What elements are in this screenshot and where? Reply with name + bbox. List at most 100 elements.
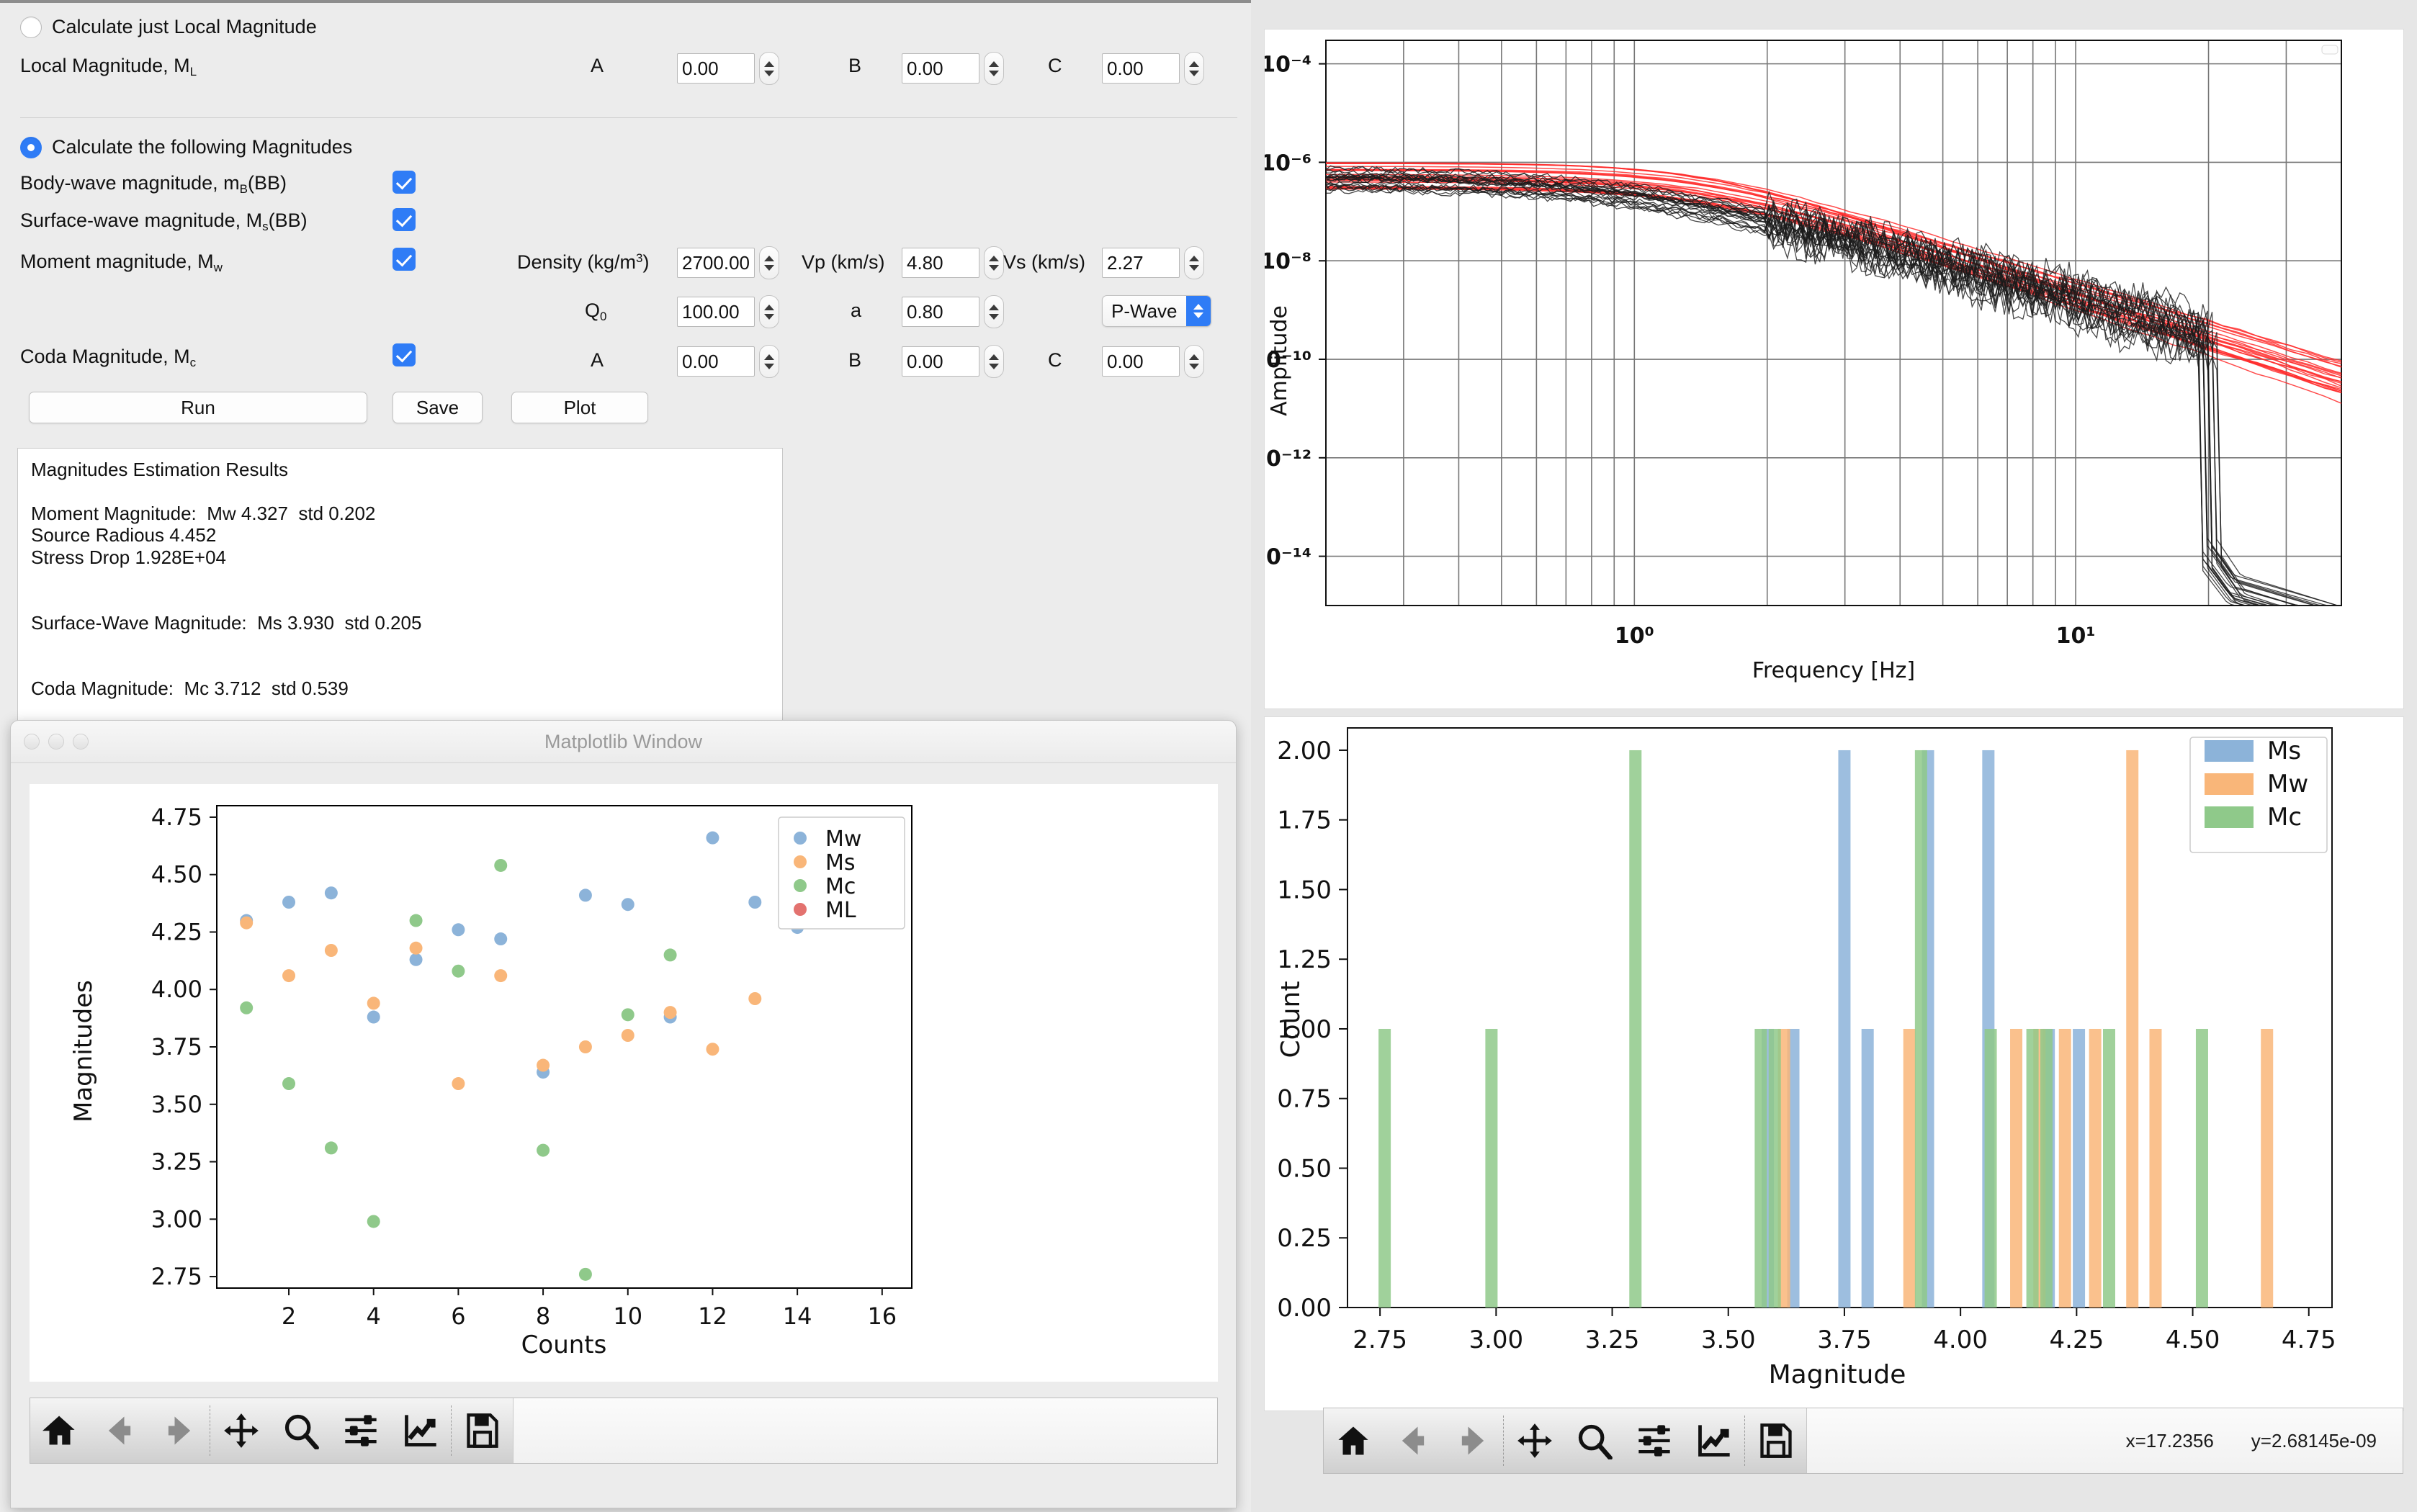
svg-text:10⁻¹²: 10⁻¹² xyxy=(1265,446,1311,472)
q0-label: Q0 xyxy=(585,300,606,323)
plot-button[interactable]: Plot xyxy=(511,392,648,423)
run-button[interactable]: Run xyxy=(29,392,367,423)
wave-type-select[interactable]: P-Wave xyxy=(1102,295,1211,327)
coda-A-stepper[interactable] xyxy=(759,345,779,378)
svg-text:2.75: 2.75 xyxy=(151,1263,202,1290)
radio-local-indicator[interactable] xyxy=(20,16,42,38)
density-spinbox[interactable] xyxy=(677,246,779,279)
histogram-figure[interactable]: 0.00 0.25 0.50 0.75 1.00 1.25 1.50 1.75 2.00 2.7… xyxy=(1264,716,2404,1411)
local-B-spinbox[interactable] xyxy=(902,52,1004,85)
svg-text:3.00: 3.00 xyxy=(151,1205,202,1233)
save-button[interactable]: Save xyxy=(393,392,483,423)
home-icon[interactable] xyxy=(1324,1408,1384,1473)
zoom-magnifier-icon[interactable] xyxy=(1565,1408,1625,1473)
a-spinbox[interactable] xyxy=(902,295,1004,328)
svg-text:0.00: 0.00 xyxy=(1277,1294,1332,1323)
pan-move-icon[interactable] xyxy=(1505,1408,1565,1473)
coda-C-stepper[interactable] xyxy=(1184,345,1204,378)
q0-input[interactable] xyxy=(677,297,755,327)
axis-curve-edit-icon[interactable] xyxy=(1685,1408,1744,1473)
wave-type-value: P-Wave xyxy=(1111,300,1178,322)
checkbox-label-body-wave: Body-wave magnitude, mB(BB) xyxy=(20,172,287,196)
zoom-magnifier-icon[interactable] xyxy=(272,1398,331,1463)
vp-spinbox[interactable] xyxy=(902,246,1004,279)
coda-C-input[interactable] xyxy=(1102,346,1180,377)
vs-input[interactable] xyxy=(1102,248,1180,278)
magnitudes-scatter-chart[interactable]: 2.75 3.00 3.25 3.50 3.75 4.00 4.25 4.50 4.75 2 4 6… xyxy=(30,784,1218,1382)
checkbox-body-wave[interactable] xyxy=(393,171,416,194)
density-text: Density (kg/m xyxy=(517,251,637,273)
coda-A-spinbox[interactable] xyxy=(677,345,779,378)
svg-text:4.50: 4.50 xyxy=(151,861,202,888)
q0-stepper[interactable] xyxy=(759,295,779,328)
checkbox-surface-wave[interactable] xyxy=(393,208,416,231)
density-input[interactable] xyxy=(677,248,755,278)
moment-sub: w xyxy=(213,261,223,274)
matplotlib-navigation-toolbar[interactable] xyxy=(30,1398,1218,1464)
density-close: ) xyxy=(642,251,650,273)
local-C-stepper[interactable] xyxy=(1184,52,1204,85)
scatter-figure-canvas[interactable]: 2.75 3.00 3.25 3.50 3.75 4.00 4.25 4.50 4.75 2 4 6… xyxy=(30,784,1218,1382)
coda-B-spinbox[interactable] xyxy=(902,345,1004,378)
save-disk-icon[interactable] xyxy=(453,1398,513,1463)
a-input[interactable] xyxy=(902,297,979,327)
subplot-config-icon[interactable] xyxy=(331,1398,391,1463)
coda-C-spinbox[interactable] xyxy=(1102,345,1204,378)
radio-calculate-local[interactable]: Calculate just Local Magnitude xyxy=(20,16,317,38)
local-C-input[interactable] xyxy=(1102,53,1180,84)
magnitude-histogram-chart[interactable]: 0.000.250.500.751.001.251.501.752.00 2.7… xyxy=(1265,717,2403,1410)
vs-spinbox[interactable] xyxy=(1102,246,1204,279)
svg-text:Mc: Mc xyxy=(2267,803,2302,832)
checkbox-moment[interactable] xyxy=(393,248,416,271)
home-icon[interactable] xyxy=(30,1398,90,1463)
svg-text:10⁻⁸: 10⁻⁸ xyxy=(1265,249,1311,274)
scatter-xlabel: Counts xyxy=(521,1331,607,1359)
local-A-stepper[interactable] xyxy=(759,52,779,85)
subplot-config-icon[interactable] xyxy=(1625,1408,1685,1473)
histogram-xlabel: Magnitude xyxy=(1769,1360,1906,1390)
local-A-input[interactable] xyxy=(677,53,755,84)
pan-move-icon[interactable] xyxy=(212,1398,272,1463)
scatter-y-ticks: 2.75 3.00 3.25 3.50 3.75 4.00 4.25 4.50 4.75 xyxy=(151,804,217,1290)
results-textarea[interactable]: Magnitudes Estimation Results Moment Mag… xyxy=(17,448,783,736)
back-arrow-icon[interactable] xyxy=(1384,1408,1443,1473)
vs-stepper[interactable] xyxy=(1184,246,1204,279)
radio-calculate-following[interactable]: Calculate the following Magnitudes xyxy=(20,136,352,158)
radio-following-indicator[interactable] xyxy=(20,136,42,158)
vp-stepper[interactable] xyxy=(984,246,1004,279)
local-C-spinbox[interactable] xyxy=(1102,52,1204,85)
local-A-spinbox[interactable] xyxy=(677,52,779,85)
svg-text:4.75: 4.75 xyxy=(2282,1326,2336,1354)
svg-text:10⁰: 10⁰ xyxy=(1615,624,1654,649)
local-B-stepper[interactable] xyxy=(984,52,1004,85)
toolbar-coordinate-readout xyxy=(513,1398,1217,1463)
q0-spinbox[interactable] xyxy=(677,295,779,328)
back-arrow-icon[interactable] xyxy=(90,1398,150,1463)
density-stepper[interactable] xyxy=(759,246,779,279)
spectra-figure[interactable]: 10⁻⁴10⁻⁶10⁻⁸10⁻¹⁰10⁻¹²10⁻¹⁴ 10⁰10¹ Ampli… xyxy=(1264,29,2404,709)
matplotlib-titlebar[interactable]: Matplotlib Window xyxy=(11,721,1236,763)
svg-text:4.25: 4.25 xyxy=(2050,1326,2104,1354)
coda-A-input[interactable] xyxy=(677,346,755,377)
coda-B-input[interactable] xyxy=(902,346,979,377)
local-magnitude-subscript: L xyxy=(189,65,197,78)
forward-arrow-icon[interactable] xyxy=(1443,1408,1503,1473)
chevron-updown-icon[interactable] xyxy=(1186,296,1211,326)
a-stepper[interactable] xyxy=(984,295,1004,328)
parameters-form: Calculate just Local Magnitude Local Mag… xyxy=(0,3,1251,428)
figures-navigation-toolbar[interactable]: x=17.2356 y=2.68145e-09 xyxy=(1323,1408,2403,1474)
body-wave-text: Body-wave magnitude, m xyxy=(20,172,240,194)
coda-B-stepper[interactable] xyxy=(984,345,1004,378)
checkbox-coda[interactable] xyxy=(393,343,416,366)
a-label: a xyxy=(851,300,862,321)
local-B-input[interactable] xyxy=(902,53,979,84)
svg-text:8: 8 xyxy=(536,1302,550,1330)
save-disk-icon[interactable] xyxy=(1746,1408,1806,1473)
axis-curve-edit-icon[interactable] xyxy=(391,1398,451,1463)
vp-input[interactable] xyxy=(902,248,979,278)
coord-x-readout: x=17.2356 xyxy=(2125,1429,2214,1452)
svg-text:Mw: Mw xyxy=(825,827,861,852)
svg-text:3.75: 3.75 xyxy=(1817,1326,1872,1354)
spectra-plot-chart[interactable]: 10⁻⁴10⁻⁶10⁻⁸10⁻¹⁰10⁻¹²10⁻¹⁴ 10⁰10¹ Ampli… xyxy=(1265,30,2403,708)
forward-arrow-icon[interactable] xyxy=(150,1398,210,1463)
